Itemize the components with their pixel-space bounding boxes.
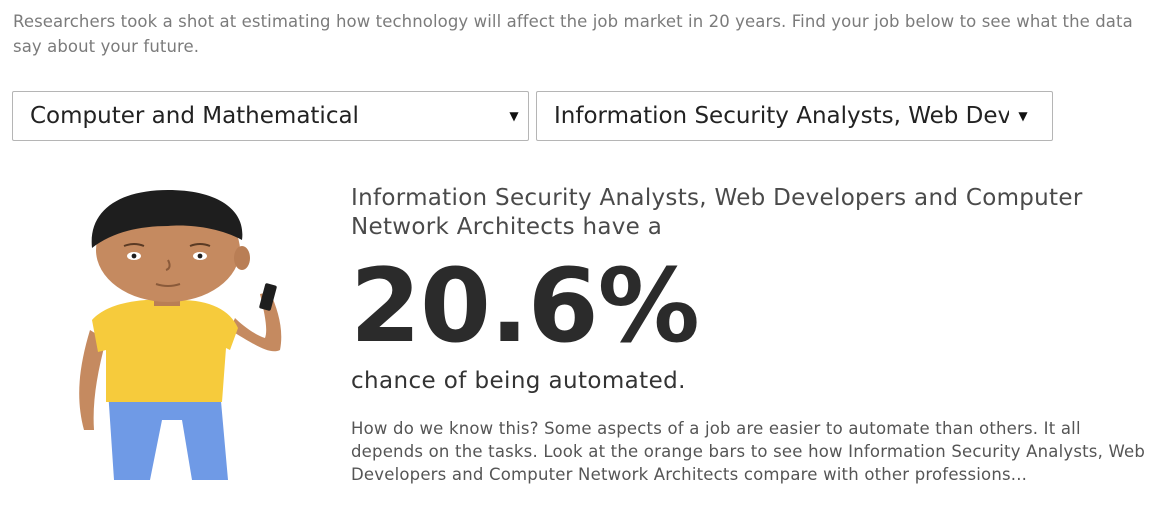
result-headline: Information Security Analysts, Web Devel… — [351, 185, 1083, 240]
explanation-text: How do we know this? Some aspects of a j… — [351, 419, 1146, 484]
pants — [108, 390, 228, 480]
job-select-value: Information Security Analysts, Web Devel… — [554, 103, 1009, 129]
shirt — [92, 299, 238, 402]
chevron-down-icon: ▼ — [509, 109, 519, 123]
intro-text: Researchers took a shot at estimating ho… — [13, 12, 1133, 56]
chevron-down-icon: ▼ — [1018, 109, 1028, 123]
category-select-value: Computer and Mathematical — [30, 103, 359, 129]
chance-text: chance of being automated. — [351, 368, 686, 394]
person-illustration — [79, 190, 282, 480]
automation-percentage: 20.6% — [350, 247, 700, 366]
job-select[interactable]: Information Security Analysts, Web Devel… — [536, 91, 1053, 141]
right-arm — [230, 292, 282, 352]
category-select[interactable]: Computer and Mathematical ▼ — [12, 91, 529, 141]
